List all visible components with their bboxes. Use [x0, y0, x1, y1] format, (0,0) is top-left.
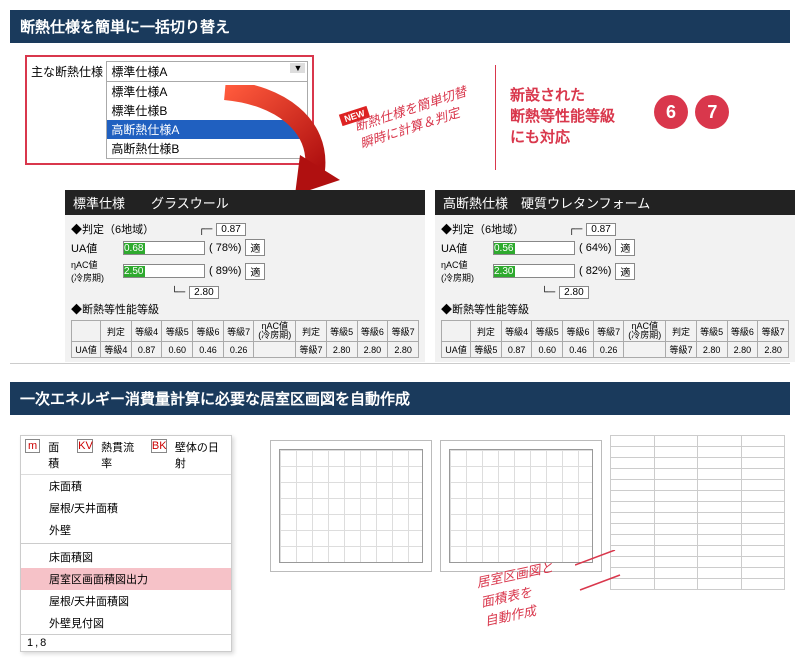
- spec-panel-title: 高断熱仕様 硬質ウレタンフォーム: [435, 190, 795, 215]
- nac-label: ηAC値 (冷房期): [441, 258, 489, 284]
- menu-item-selected[interactable]: 居室区画面積図出力: [21, 568, 231, 590]
- section2-title: 一次エネルギー消費量計算に必要な居室区画図を自動作成: [10, 382, 790, 415]
- nac-label: ηAC値 (冷房期): [71, 258, 119, 284]
- ua-bar: 0.68: [124, 243, 145, 254]
- grade-badge-6: 6: [654, 95, 688, 129]
- tab-icon: BK: [151, 439, 167, 453]
- ua-pass: 適: [245, 239, 265, 256]
- menu-item[interactable]: 屋根/天井面積図: [21, 590, 231, 612]
- ua-pct: ( 64%): [579, 242, 611, 254]
- menu-tab[interactable]: 壁体の日射: [175, 439, 227, 471]
- judgement-label: ◆判定（6地域）: [441, 221, 524, 237]
- nac-pct: ( 82%): [579, 265, 611, 277]
- spec-panel-standard: 標準仕様 グラスウール ◆判定（6地域） ┌─ 0.87 UA値 0.68 ( …: [65, 190, 425, 362]
- area-menu-panel: m 面積 KV 熱貫流率 BK 壁体の日射 床面積 屋根/天井面積 外壁 床面積…: [20, 435, 232, 652]
- callout-lines-icon: [575, 550, 625, 630]
- dropdown-selected[interactable]: 標準仕様A: [107, 62, 307, 82]
- ua-pct: ( 78%): [209, 242, 241, 254]
- grade-section-label: ◆断熱等性能等級: [441, 301, 789, 317]
- right-promo-text: 新設された 断熱等性能等級 にも対応: [510, 85, 615, 148]
- spec-panel-title: 標準仕様 グラスウール: [65, 190, 425, 215]
- arrow-icon: [220, 85, 350, 205]
- dropdown-label: 主な断熱仕様: [31, 61, 103, 80]
- ua-pass: 適: [615, 239, 635, 256]
- grade-section-label: ◆断熱等性能等級: [71, 301, 419, 317]
- vertical-divider: [495, 65, 496, 170]
- nac-pct: ( 89%): [209, 265, 241, 277]
- menu-item[interactable]: 床面積図: [21, 546, 231, 568]
- ua-label: UA値: [441, 240, 489, 256]
- limit-value: 2.80: [559, 286, 588, 299]
- section-divider: [10, 363, 790, 364]
- grade-badges: 6 7: [650, 95, 729, 129]
- menu-tab[interactable]: 熱貫流率: [101, 439, 143, 471]
- menu-item[interactable]: 外壁見付図: [21, 612, 231, 634]
- nac-pass: 適: [245, 263, 265, 280]
- ref-value: 0.87: [586, 223, 615, 236]
- limit-value: 2.80: [189, 286, 218, 299]
- judgement-label: ◆判定（6地域）: [71, 221, 154, 237]
- grade-table: 判定 等級4等級5 等級6等級7 ηAC値 (冷房期) 判定 等級5等級6等級7…: [441, 320, 789, 358]
- tab-icon: m: [25, 439, 40, 453]
- ref-value: 0.87: [216, 223, 245, 236]
- grade-table: 判定 等級4等級5 等級6等級7 ηAC値 (冷房期) 判定 等級5等級6等級7…: [71, 320, 419, 358]
- ua-label: UA値: [71, 240, 119, 256]
- area-schedule-table: [610, 435, 785, 590]
- menu-item[interactable]: 床面積: [21, 475, 231, 497]
- nac-bar: 2.50: [124, 266, 145, 277]
- floor-plan-1: [270, 440, 432, 572]
- spec-panel-high: 高断熱仕様 硬質ウレタンフォーム ◆判定（6地域） ┌─ 0.87 UA値 0.…: [435, 190, 795, 362]
- menu-tab[interactable]: 面積: [48, 439, 69, 471]
- nac-pass: 適: [615, 263, 635, 280]
- section1-title: 断熱仕様を簡単に一括切り替え: [10, 10, 790, 43]
- nac-bar: 2.30: [494, 266, 515, 277]
- menu-bottom-text: 1,8: [21, 634, 231, 651]
- grade-badge-7: 7: [695, 95, 729, 129]
- menu-item[interactable]: 外壁: [21, 519, 231, 541]
- ua-bar: 0.56: [494, 243, 515, 254]
- callout-text: 断熱仕様を簡単切替 瞬時に計算＆判定: [352, 83, 475, 154]
- menu-tabs: m 面積 KV 熱貫流率 BK 壁体の日射: [21, 436, 231, 475]
- menu-item[interactable]: 屋根/天井面積: [21, 497, 231, 519]
- tab-icon: KV: [77, 439, 93, 453]
